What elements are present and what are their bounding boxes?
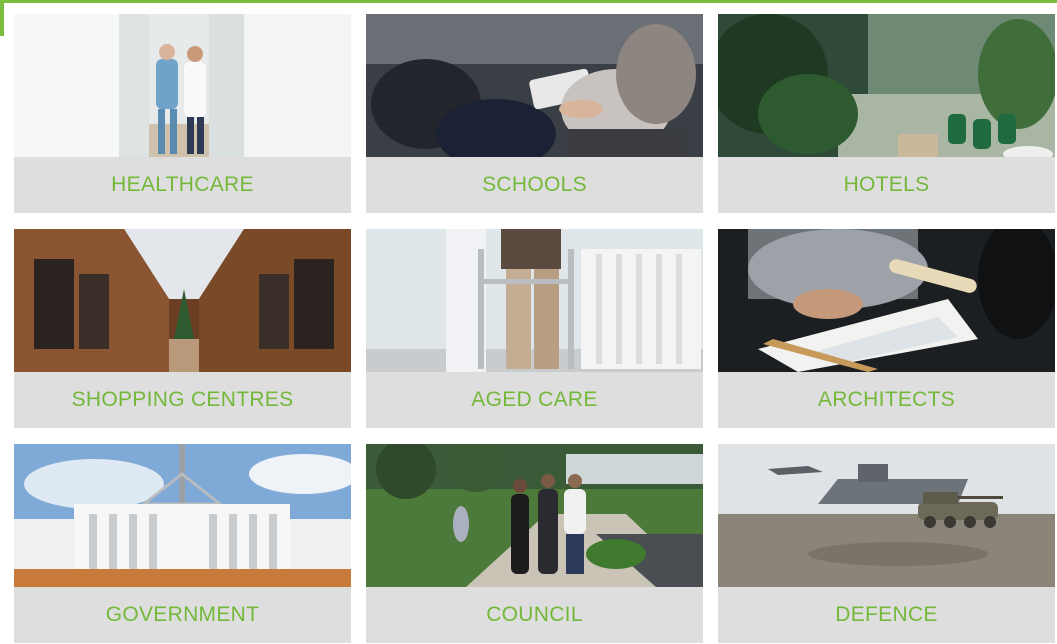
- tile-label: DEFENCE: [718, 587, 1055, 643]
- tile-healthcare[interactable]: HEALTHCARE: [14, 14, 351, 213]
- tile-hotels[interactable]: HOTELS: [718, 14, 1055, 213]
- left-accent-bar: [0, 0, 4, 36]
- architect-drawing-plans-photo: [718, 229, 1055, 372]
- parliament-house-photo: [14, 444, 351, 587]
- tile-label: AGED CARE: [366, 372, 703, 428]
- tile-government[interactable]: GOVERNMENT: [14, 444, 351, 643]
- students-writing-photo: [366, 14, 703, 157]
- tile-architects[interactable]: ARCHITECTS: [718, 229, 1055, 428]
- tile-aged-care[interactable]: AGED CARE: [366, 229, 703, 428]
- tile-defence[interactable]: DEFENCE: [718, 444, 1055, 643]
- sector-grid: HEALTHCARE SCHOOLS HOTELS SHOPPING CENTR…: [14, 14, 1055, 643]
- tile-label: HOTELS: [718, 157, 1055, 213]
- shopping-arcade-photo: [14, 229, 351, 372]
- tile-label: SCHOOLS: [366, 157, 703, 213]
- tile-schools[interactable]: SCHOOLS: [366, 14, 703, 213]
- hotel-atrium-plants-photo: [718, 14, 1055, 157]
- tile-label: GOVERNMENT: [14, 587, 351, 643]
- tile-shopping-centres[interactable]: SHOPPING CENTRES: [14, 229, 351, 428]
- hospital-corridor-photo: [14, 14, 351, 157]
- tile-label: HEALTHCARE: [14, 157, 351, 213]
- military-ship-tank-photo: [718, 444, 1055, 587]
- top-accent-bar: [0, 0, 1057, 3]
- tile-label: ARCHITECTS: [718, 372, 1055, 428]
- tile-label: COUNCIL: [366, 587, 703, 643]
- tile-label: SHOPPING CENTRES: [14, 372, 351, 428]
- tile-council[interactable]: COUNCIL: [366, 444, 703, 643]
- park-joggers-photo: [366, 444, 703, 587]
- walking-frame-photo: [366, 229, 703, 372]
